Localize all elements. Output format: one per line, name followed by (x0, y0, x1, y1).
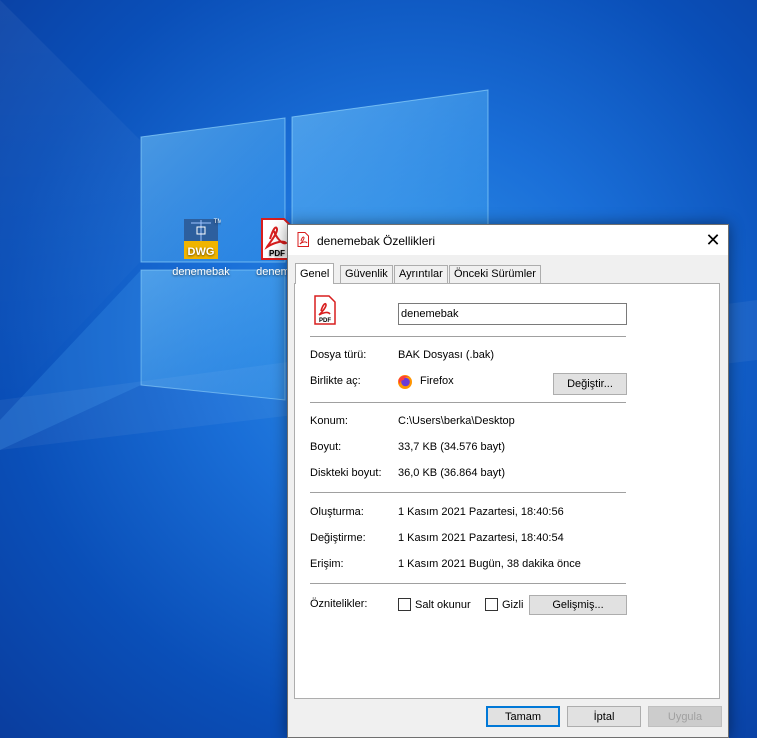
disk-size-value: 36,0 KB (36.864 bayt) (398, 467, 506, 479)
cancel-button[interactable]: İptal (567, 706, 641, 727)
svg-text:PDF: PDF (319, 318, 331, 324)
size-label: Boyut: (310, 441, 342, 453)
accessed-value: 1 Kasım 2021 Bugün, 38 dakika önce (398, 558, 581, 570)
dwg-file-icon: DWG TM (181, 217, 222, 261)
modified-value: 1 Kasım 2021 Pazartesi, 18:40:54 (398, 532, 564, 544)
modified-label: Değiştirme: (310, 532, 366, 544)
change-button[interactable]: Değiştir... (553, 373, 627, 395)
close-button[interactable]: ✕ (698, 225, 728, 255)
opens-with-value: Firefox (420, 375, 454, 387)
apply-button[interactable]: Uygula (648, 706, 722, 727)
created-value: 1 Kasım 2021 Pazartesi, 18:40:56 (398, 506, 564, 518)
tab-general[interactable]: Genel (295, 263, 335, 284)
location-value: C:\Users\berka\Desktop (398, 415, 515, 427)
divider (310, 336, 626, 337)
general-tab-panel: PDF Dosya türü: BAK Dosyası (.bak) Birli… (294, 283, 720, 699)
size-value: 33,7 KB (34.576 bayt) (398, 441, 506, 453)
created-label: Oluşturma: (310, 506, 364, 518)
close-icon: ✕ (705, 229, 721, 250)
pdf-file-icon: PDF (313, 295, 337, 325)
file-type-value: BAK Dosyası (.bak) (398, 349, 494, 361)
opens-with-label: Birlikte aç: (310, 375, 361, 387)
divider (310, 492, 626, 493)
disk-size-label: Diskteki boyut: (310, 467, 382, 479)
attributes-label: Öznitelikler: (310, 598, 368, 610)
file-name-field[interactable] (398, 303, 627, 325)
pdf-file-icon (297, 232, 309, 247)
title-bar[interactable]: denemebak Özellikleri ✕ (288, 225, 728, 255)
advanced-button[interactable]: Gelişmiş... (529, 595, 627, 615)
file-type-label: Dosya türü: (310, 349, 367, 361)
desktop-icon-dwg[interactable]: DWG TM denemebak (165, 217, 237, 278)
svg-text:PDF: PDF (269, 249, 285, 258)
tab-previous-versions[interactable]: Önceki Sürümler (449, 265, 541, 283)
hidden-label[interactable]: Gizli (502, 599, 523, 611)
tab-security[interactable]: Güvenlik (340, 265, 393, 283)
location-label: Konum: (310, 415, 348, 427)
properties-dialog: denemebak Özellikleri ✕ Genel Güvenlik A… (287, 224, 729, 738)
divider (310, 583, 626, 584)
dialog-title: denemebak Özellikleri (317, 234, 436, 248)
accessed-label: Erişim: (310, 558, 344, 570)
ok-button[interactable]: Tamam (486, 706, 560, 727)
desktop-icon-label: denemebak (172, 266, 230, 278)
readonly-checkbox[interactable] (398, 598, 411, 611)
svg-text:TM: TM (214, 219, 221, 225)
divider (310, 402, 626, 403)
hidden-checkbox[interactable] (485, 598, 498, 611)
svg-text:DWG: DWG (188, 246, 215, 258)
tab-details[interactable]: Ayrıntılar (394, 265, 448, 283)
readonly-label[interactable]: Salt okunur (415, 599, 471, 611)
firefox-icon (397, 374, 413, 390)
